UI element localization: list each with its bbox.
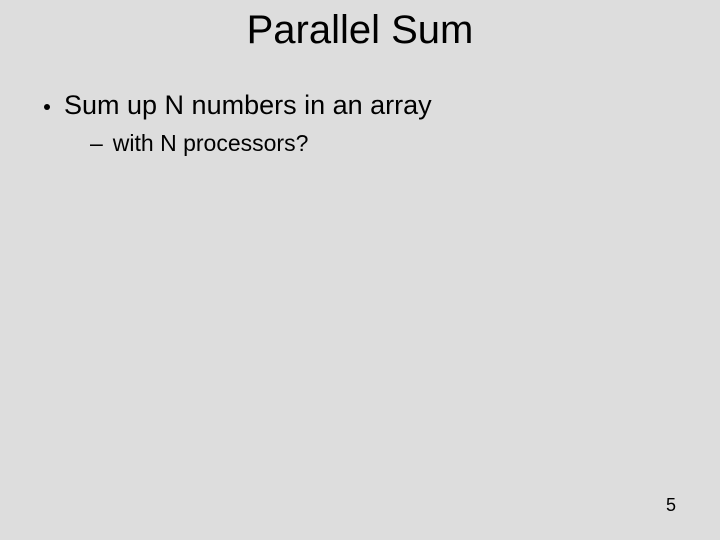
bullet-dot-icon bbox=[44, 104, 50, 110]
bullet-level-2: – with N processors? bbox=[90, 130, 308, 157]
bullet-level-2-text: with N processors? bbox=[113, 130, 309, 157]
page-number: 5 bbox=[666, 495, 676, 516]
bullet-dash-icon: – bbox=[90, 130, 103, 157]
bullet-level-1-text: Sum up N numbers in an array bbox=[64, 90, 432, 121]
slide-title: Parallel Sum bbox=[0, 8, 720, 53]
bullet-level-1: Sum up N numbers in an array bbox=[44, 90, 432, 121]
slide: Parallel Sum Sum up N numbers in an arra… bbox=[0, 0, 720, 540]
